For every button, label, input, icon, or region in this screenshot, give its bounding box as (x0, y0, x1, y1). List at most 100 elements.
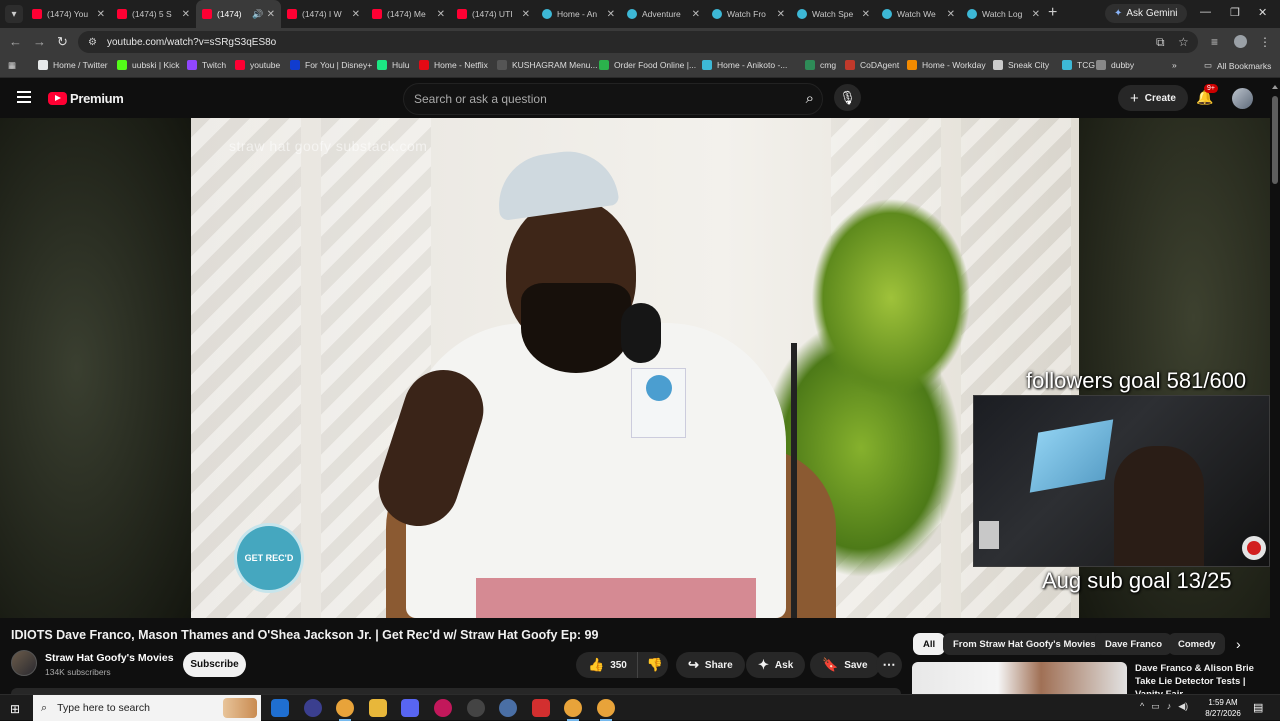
chrome-icon[interactable] (336, 699, 354, 721)
voice-search-mic-icon[interactable]: 🎙 (834, 84, 861, 111)
task-view-icon[interactable] (271, 699, 289, 717)
browser-tab[interactable]: (1474) I W ✕ (281, 0, 366, 28)
dislike-button[interactable]: 👎 (638, 657, 663, 673)
chrome-profile-icon[interactable] (597, 699, 615, 721)
close-tab-icon[interactable]: ✕ (777, 9, 785, 20)
close-tab-icon[interactable]: ✕ (947, 9, 955, 20)
discord-icon[interactable] (401, 699, 419, 717)
browser-tab[interactable]: (1474) UTI ✕ (451, 0, 536, 28)
browser-tab[interactable]: Watch Log ✕ (961, 0, 1046, 28)
close-window-icon[interactable]: ✕ (1258, 6, 1267, 19)
restore-icon[interactable]: ❐ (1230, 6, 1240, 19)
bookmark-item[interactable]: Twitch (187, 60, 226, 70)
reading-mode-icon[interactable]: ≡ (1211, 35, 1218, 49)
channel-name[interactable]: Straw Hat Goofy's Movies (45, 652, 174, 664)
close-tab-icon[interactable]: ✕ (267, 9, 275, 20)
file-explorer-icon[interactable] (369, 699, 387, 717)
chip-comedy[interactable]: Comedy (1168, 633, 1226, 655)
audio-playing-icon[interactable]: 🔊 (252, 9, 263, 20)
taskbar-search-box[interactable]: ⌕ Type here to search (33, 695, 261, 721)
more-bookmarks-icon[interactable]: » (1172, 60, 1177, 70)
close-tab-icon[interactable]: ✕ (352, 9, 360, 20)
notifications-bell-icon[interactable]: 🔔 9+ (1196, 84, 1218, 106)
bookmark-item[interactable]: youtube (235, 60, 280, 70)
menu-icon[interactable] (17, 91, 31, 103)
obs-icon[interactable] (467, 699, 485, 717)
bookmark-item[interactable]: KUSHAGRAM Menu... (497, 60, 598, 70)
close-tab-icon[interactable]: ✕ (437, 9, 445, 20)
bookmark-item[interactable]: Home - Anikoto -... (702, 60, 787, 70)
media-player-icon[interactable] (434, 699, 452, 717)
recommendation-thumbnail[interactable] (912, 662, 1127, 694)
browser-tab[interactable]: Watch Fro ✕ (706, 0, 791, 28)
all-bookmarks-folder[interactable]: ▭ All Bookmarks (1204, 60, 1271, 71)
ask-button[interactable]: ✦ Ask (746, 652, 806, 678)
reload-icon[interactable]: ↻ (57, 34, 68, 50)
bookmark-item[interactable]: CoDAgent (845, 60, 899, 70)
close-tab-icon[interactable]: ✕ (607, 9, 615, 20)
bookmark-item[interactable]: Home - Netflix (419, 60, 488, 70)
bookmark-item[interactable]: Hulu (377, 60, 409, 70)
bookmark-item[interactable]: uubski | Kick (117, 60, 180, 70)
browser-tab[interactable]: Home - An ✕ (536, 0, 621, 28)
bookmark-item[interactable]: Order Food Online |... (599, 60, 696, 70)
app-icon[interactable] (304, 699, 322, 717)
account-avatar[interactable] (1232, 88, 1253, 109)
chip-from-channel[interactable]: From Straw Hat Goofy's Movies (943, 633, 1106, 655)
bookmark-item[interactable]: dubby (1096, 60, 1134, 70)
close-tab-icon[interactable]: ✕ (182, 9, 190, 20)
share-button[interactable]: ↪ Share (676, 652, 745, 678)
windows-start-icon[interactable]: ⊞ (10, 702, 20, 716)
video-frame[interactable]: straw hat goofy substack.com GET REC'D (191, 118, 1079, 618)
create-button[interactable]: + Create (1118, 85, 1188, 111)
new-tab-button[interactable]: + (1048, 4, 1057, 22)
tab-search-button[interactable]: ▾ (5, 5, 23, 23)
like-button[interactable]: 👍 350 (576, 652, 638, 678)
site-info-icon[interactable]: ⚙ (88, 37, 97, 48)
apps-icon[interactable]: ▦ (8, 60, 16, 71)
chip-all[interactable]: All (913, 633, 946, 655)
recommendation-title[interactable]: Dave Franco & Alison Brie Take Lie Detec… (1135, 662, 1260, 694)
address-bar[interactable]: ⚙ youtube.com/watch?v=sSRgS3qES8o (78, 31, 1198, 53)
close-tab-icon[interactable]: ✕ (862, 9, 870, 20)
search-icon[interactable]: ⌕ (806, 90, 814, 107)
bookmark-star-icon[interactable]: ☆ (1178, 35, 1189, 49)
page-scrollbar[interactable] (1270, 78, 1280, 694)
subscribe-button[interactable]: Subscribe (183, 652, 246, 677)
video-player[interactable]: straw hat goofy substack.com GET REC'D f… (0, 118, 1270, 618)
bookmark-item[interactable]: Sneak City (993, 60, 1049, 70)
bookmark-item[interactable]: cmg (805, 60, 836, 70)
more-actions-button[interactable]: ⋯ (876, 652, 902, 678)
network-icon[interactable]: ▭ (1151, 701, 1160, 712)
browser-tab[interactable]: (1474) 5 S ✕ (111, 0, 196, 28)
chevron-up-icon[interactable]: ^ (1140, 701, 1144, 712)
close-tab-icon[interactable]: ✕ (692, 9, 700, 20)
close-tab-icon[interactable]: ✕ (97, 9, 105, 20)
taskbar-clock[interactable]: 1:59 AM 8/27/2026 (1200, 697, 1246, 719)
browser-tab[interactable]: (1474) 🔊 ✕ (196, 0, 281, 28)
app-icon[interactable] (499, 699, 517, 717)
bookmark-item[interactable]: Home - Workday (907, 60, 986, 70)
youtube-logo[interactable]: Premium (48, 91, 124, 106)
search-input[interactable]: Search or ask a question ⌕ (403, 83, 823, 115)
install-app-icon[interactable]: ⧉ (1156, 35, 1165, 50)
bookmark-item[interactable]: Home / Twitter (38, 60, 108, 70)
browser-tab[interactable]: (1474) You ✕ (26, 0, 111, 28)
bookmark-item[interactable]: TCG (1062, 60, 1095, 70)
bookmark-item[interactable]: For You | Disney+ (290, 60, 372, 70)
volume-icon[interactable]: ◀) (1178, 701, 1188, 712)
channel-avatar[interactable] (11, 650, 37, 676)
forward-icon[interactable]: → (33, 34, 46, 49)
browser-tab[interactable]: Watch Spe ✕ (791, 0, 876, 28)
back-icon[interactable]: ← (9, 34, 22, 49)
chevron-right-icon[interactable]: › (1236, 636, 1241, 652)
browser-tab[interactable]: (1474) Me ✕ (366, 0, 451, 28)
chrome-menu-icon[interactable]: ⋮ (1259, 35, 1271, 49)
chip-dave-franco[interactable]: Dave Franco (1095, 633, 1173, 655)
close-tab-icon[interactable]: ✕ (1032, 9, 1040, 20)
save-button[interactable]: 🔖 Save (810, 652, 880, 678)
profile-avatar[interactable] (1234, 35, 1247, 48)
scrollbar-thumb[interactable] (1272, 96, 1278, 184)
microphone-icon[interactable]: ♪ (1167, 701, 1172, 712)
scroll-up-icon[interactable] (1272, 85, 1278, 89)
